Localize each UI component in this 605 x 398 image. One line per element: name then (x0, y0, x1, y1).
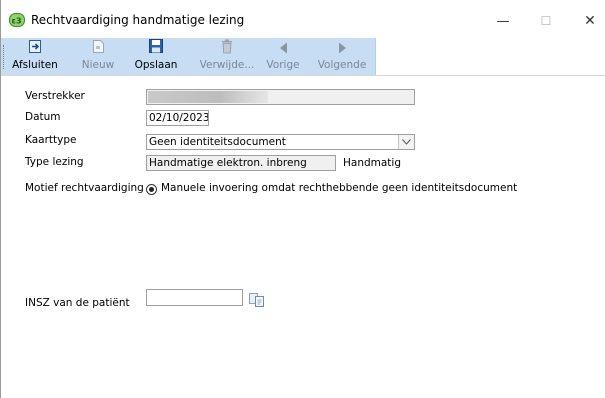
exit-icon (27, 39, 43, 57)
new-document-icon (92, 39, 105, 57)
motief-label: Motief rechtvaardiging (25, 182, 144, 194)
datum-field[interactable]: 02/10/2023 (146, 110, 209, 126)
previous-label: Vorige (266, 59, 300, 71)
close-icon: ✕ (584, 13, 596, 29)
close-button[interactable]: ✕ (567, 6, 605, 36)
copy-icon[interactable] (249, 293, 265, 310)
next-label: Volgende (317, 59, 367, 71)
kaarttype-label: Kaarttype (25, 134, 77, 146)
app-logo-icon: ɛ3 (9, 13, 25, 27)
toolbar-strip: Afsluiten Nieuw Opslaan Verwijde... Vori… (1, 38, 376, 75)
exit-label: Afsluiten (12, 59, 58, 71)
exit-button[interactable]: Afsluiten (11, 40, 59, 74)
new-button[interactable]: Nieuw (76, 40, 120, 74)
next-icon (338, 42, 347, 57)
datum-label: Datum (25, 111, 61, 123)
insz-input[interactable] (146, 289, 243, 306)
type-lezing-label: Type lezing (25, 156, 84, 168)
toolbar: Afsluiten Nieuw Opslaan Verwijde... Vori… (1, 38, 605, 76)
maximize-icon: ☐ (540, 14, 552, 28)
save-icon (148, 38, 164, 57)
motief-radio[interactable] (146, 184, 157, 195)
type-lezing-field: Handmatige elektron. inbreng (146, 155, 336, 171)
maximize-button[interactable]: ☐ (523, 6, 569, 36)
type-lezing-mode: Handmatig (343, 157, 402, 169)
insz-label: INSZ van de patiënt (25, 297, 130, 309)
motief-option-label[interactable]: Manuele invoering omdat rechthebbende ge… (161, 182, 517, 194)
minimize-button[interactable]: — (480, 6, 526, 36)
delete-button[interactable]: Verwijde... (198, 39, 256, 74)
new-label: Nieuw (81, 59, 115, 71)
minimize-icon: — (496, 13, 510, 29)
previous-icon (279, 42, 288, 57)
title-bar[interactable]: ɛ3 Rechtvaardiging handmatige lezing — ☐… (1, 0, 605, 38)
chevron-down-icon[interactable] (398, 135, 414, 149)
verstrekker-label: Verstrekker (25, 90, 85, 102)
redacted-value (148, 91, 268, 103)
save-label: Opslaan (134, 59, 178, 71)
next-button[interactable]: Volgende (315, 40, 369, 74)
window-title: Rechtvaardiging handmatige lezing (31, 13, 245, 27)
toolbar-grip[interactable] (3, 45, 6, 69)
delete-label: Verwijde... (199, 59, 255, 71)
previous-button[interactable]: Vorige (263, 40, 303, 74)
trash-icon (221, 39, 233, 57)
save-button[interactable]: Opslaan (131, 38, 181, 74)
svg-text:ɛ3: ɛ3 (12, 17, 22, 26)
form-area: Verstrekker Datum 02/10/2023 Kaarttype G… (1, 76, 605, 398)
kaarttype-value: Geen identiteitsdocument (149, 136, 286, 148)
dialog-window: ɛ3 Rechtvaardiging handmatige lezing — ☐… (0, 0, 605, 398)
verstrekker-field (146, 89, 415, 105)
kaarttype-select[interactable]: Geen identiteitsdocument (146, 134, 415, 150)
